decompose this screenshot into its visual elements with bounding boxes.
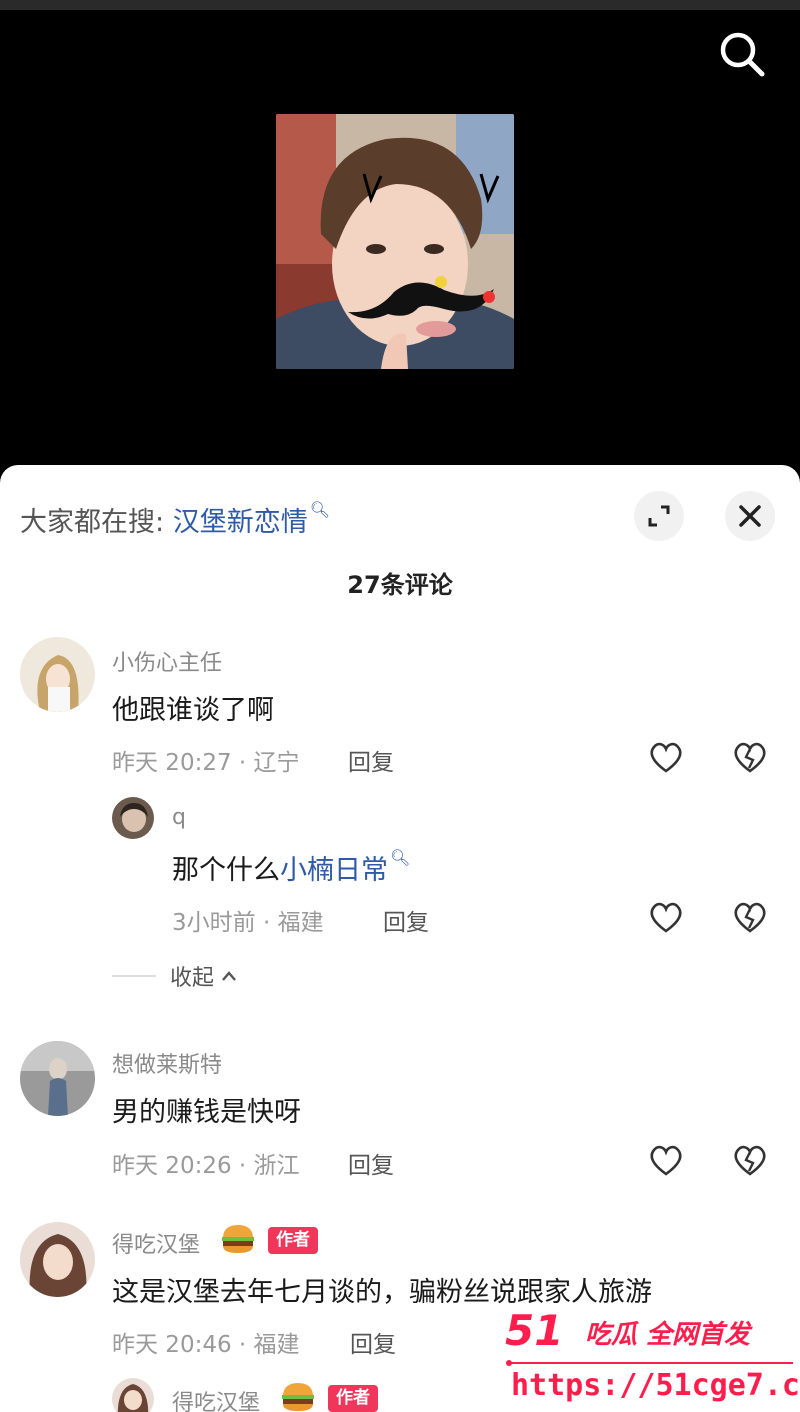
video-area[interactable]	[0, 10, 800, 480]
collapse-label: 收起	[170, 966, 215, 991]
avatar-image	[20, 1041, 95, 1116]
reply-button[interactable]: 回复	[383, 903, 429, 937]
comment-username[interactable]: 得吃汉堡	[112, 1227, 200, 1259]
avatar[interactable]	[112, 1378, 154, 1412]
like-button[interactable]	[646, 737, 686, 777]
author-badge: 作者	[268, 1227, 318, 1254]
comment-meta: 昨天 20:27 · 辽宁	[112, 750, 300, 776]
avatar-image	[20, 637, 95, 712]
comment-text: 那个什么小楠日常 🔍︎	[172, 848, 410, 887]
trending-prefix: 大家都在搜:	[20, 507, 165, 538]
avatar[interactable]	[20, 1041, 95, 1116]
keyword-link[interactable]: 小楠日常	[280, 855, 388, 886]
comment-username[interactable]: 得吃汉堡	[172, 1385, 260, 1412]
search-small-icon: 🔍︎	[390, 848, 411, 867]
comment-text-prefix: 那个什么	[172, 855, 280, 886]
broken-heart-icon	[734, 742, 766, 773]
close-button[interactable]	[725, 491, 775, 541]
watermark-brand-number: 51	[505, 1306, 564, 1355]
comment-meta: 昨天 20:46 · 福建	[112, 1332, 300, 1358]
avatar-image	[112, 797, 154, 839]
reply-button[interactable]: 回复	[348, 743, 394, 777]
search-icon	[720, 32, 765, 77]
burger-emoji	[220, 1223, 256, 1259]
heart-icon	[650, 902, 682, 933]
comment-text: 这是汉堡去年七月谈的，骗粉丝说跟家人旅游	[112, 1277, 652, 1308]
author-badge: 作者	[328, 1385, 378, 1412]
comment-username[interactable]: 小伤心主任	[112, 645, 222, 677]
dislike-button[interactable]	[730, 897, 770, 937]
dislike-button[interactable]	[730, 737, 770, 777]
broken-heart-icon	[734, 1145, 766, 1176]
comment-username[interactable]: q	[172, 805, 186, 830]
video-frame-photo	[276, 114, 514, 369]
comment-count: 27条评论	[347, 571, 453, 599]
comment-meta: 昨天 20:26 · 浙江	[112, 1153, 300, 1179]
avatar-image	[20, 1222, 95, 1297]
comment-text: 他跟谁谈了啊	[112, 695, 274, 726]
reply-button[interactable]: 回复	[350, 1325, 396, 1359]
watermark-brand-text: 吃瓜 全网首发	[585, 1320, 751, 1350]
avatar[interactable]	[20, 637, 95, 712]
heart-icon	[650, 1145, 682, 1176]
search-small-icon: 🔍︎	[309, 500, 331, 519]
comment-text: 男的赚钱是快呀	[112, 1097, 301, 1128]
avatar[interactable]	[20, 1222, 95, 1297]
search-button[interactable]	[716, 28, 768, 80]
avatar-image	[112, 1378, 154, 1412]
comments-sheet: 大家都在搜: 汉堡新恋情 🔍︎ 27条评论 小伤心主任 他跟谁谈了啊 昨天 20:…	[0, 465, 800, 1412]
collapse-replies-button[interactable]: 收起	[112, 960, 238, 992]
trending-keyword-link[interactable]: 汉堡新恋情	[173, 507, 308, 538]
divider	[112, 975, 156, 977]
comment-meta: 3小时前 · 福建	[172, 910, 324, 936]
burger-icon	[222, 1225, 254, 1253]
trending-search[interactable]: 大家都在搜: 汉堡新恋情 🔍︎	[20, 500, 330, 539]
watermark-url: https://51cge7.com	[511, 1368, 800, 1403]
dislike-button[interactable]	[730, 1140, 770, 1180]
watermark: 51 吃瓜 全网首发 https://51cge7.com	[505, 1306, 800, 1412]
like-button[interactable]	[646, 897, 686, 937]
reply-button[interactable]: 回复	[348, 1146, 394, 1180]
status-bar	[0, 0, 800, 10]
chevron-up-icon	[222, 971, 236, 981]
close-icon	[739, 505, 761, 527]
expand-icon	[648, 505, 670, 527]
burger-emoji	[280, 1381, 316, 1412]
expand-button[interactable]	[634, 491, 684, 541]
like-button[interactable]	[646, 1140, 686, 1180]
broken-heart-icon	[734, 902, 766, 933]
heart-icon	[650, 742, 682, 773]
burger-icon	[282, 1383, 314, 1411]
portrait-image	[276, 114, 514, 369]
avatar[interactable]	[112, 797, 154, 839]
comment-username[interactable]: 想做莱斯特	[112, 1047, 222, 1079]
